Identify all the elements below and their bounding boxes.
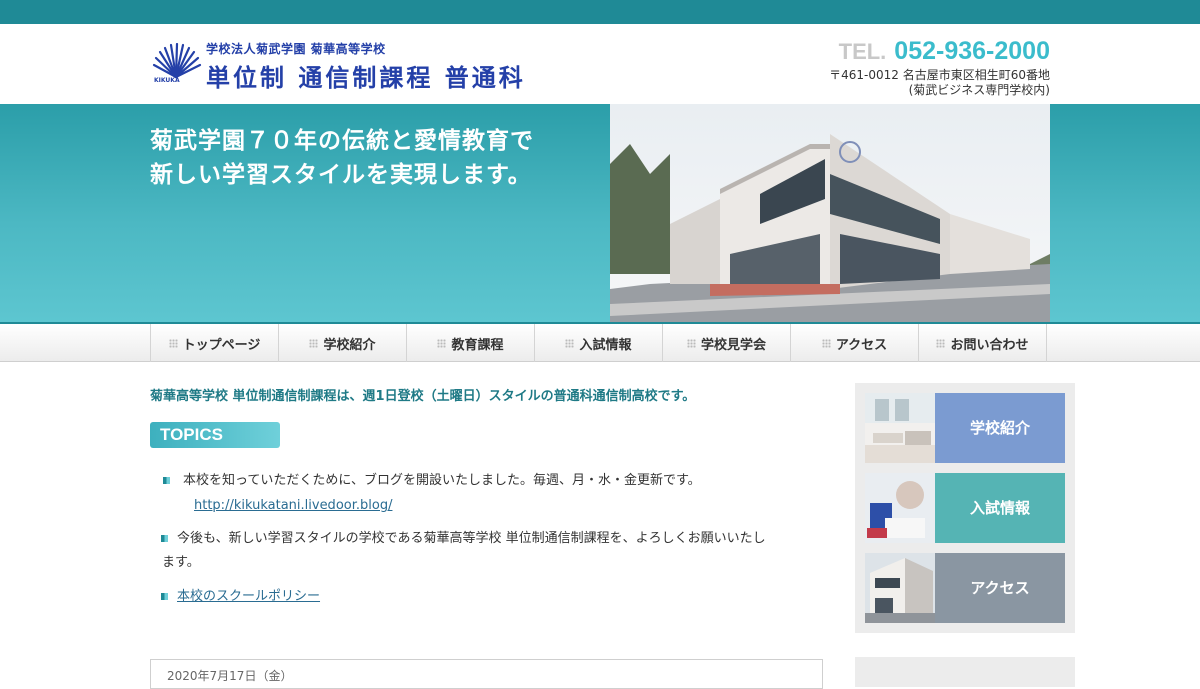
topic-text: 本校を知っていただくために、ブログを開設いたしました。毎週、月・水・金更新です。 [183,473,701,488]
nav-item-label: 教育課程 [451,337,504,353]
hero-tagline: 菊武学園７０年の伝統と愛情教育で 新しい学習スタイルを実現します。 [150,124,534,192]
intro-text: 菊華高等学校 単位制通信制課程は、週1日登校（土曜日）スタイルの普通科通信制高校… [150,389,696,404]
top-accent-bar [0,0,1200,24]
global-nav: トップページ 学校紹介 教育課程 入試情報 学校見学会 アクセス お問い合わせ [0,322,1200,362]
list-item: http://kikukatani.livedoor.blog/ [194,493,392,519]
address-note: (菊武ビジネス専門学校内) [908,83,1050,97]
sidebar-card-label: 学校紹介 [935,393,1065,463]
grid-dot-icon [309,338,319,348]
classroom-photo [865,393,935,463]
grid-dot-icon [565,338,575,348]
nav-item-curriculum[interactable]: 教育課程 [407,324,535,362]
school-building-photo [610,104,1050,322]
list-item: 本校のスクールポリシー [160,584,320,610]
tel-number[interactable]: 052-936-2000 [894,37,1050,65]
site-header: KIKUKA 学校法人菊武学園 菊華高等学校 単位制 通信制課程 普通科 TEL… [0,24,1200,104]
blog-link[interactable]: http://kikukatani.livedoor.blog/ [194,498,392,513]
nav-item-label: トップページ [182,337,261,353]
nav-item-label: 入試情報 [579,337,632,353]
nav-item-admissions[interactable]: 入試情報 [535,324,663,362]
logo-mark-text: KIKUKA [154,77,180,84]
contact-info: TEL. 052-936-2000 〒461-0012 名古屋市東区相生町60番地… [829,37,1050,98]
list-item: 今後も、新しい学習スタイルの学校である菊華高等学校 単位制通信制課程を、よろしく… [160,526,766,552]
chrysanthemum-logo-icon [152,43,202,79]
nav-item-contact[interactable]: お問い合わせ [919,324,1047,362]
nav-item-label: 学校見学会 [700,337,766,353]
nav-item-access[interactable]: アクセス [791,324,919,362]
logo-title: 単位制 通信制課程 普通科 [206,63,526,92]
bullet-icon [160,534,169,543]
sidebar-card-label: 入試情報 [935,473,1065,543]
topics-heading: TOPICS [150,422,280,448]
school-policy-link[interactable]: 本校のスクールポリシー [177,589,320,604]
building-thumb-photo [865,553,935,623]
nav-item-open-campus[interactable]: 学校見学会 [663,324,791,362]
phone-line: TEL. 052-936-2000 [829,37,1050,68]
admissions-photo [865,473,935,543]
nav-item-label: アクセス [835,337,888,353]
hero-line-1: 菊武学園７０年の伝統と愛情教育で [150,128,534,154]
sidebar-card-label: アクセス [935,553,1065,623]
bullet-icon [160,592,169,601]
sidebar-box-secondary [855,657,1075,687]
nav-item-top[interactable]: トップページ [151,324,279,362]
grid-dot-icon [821,338,831,348]
list-item: ます。 [162,550,200,576]
news-box: 2020年7月17日（金） [150,659,823,689]
sidebar-card-admissions[interactable]: 入試情報 [865,473,1065,543]
site-logo[interactable]: KIKUKA 学校法人菊武学園 菊華高等学校 単位制 通信制課程 普通科 [150,41,550,92]
topic-text: 今後も、新しい学習スタイルの学校である菊華高等学校 単位制通信制課程を、よろしく… [177,531,766,546]
sidebar-links: 学校紹介 入試情報 アクセス [855,383,1075,633]
sidebar-card-access[interactable]: アクセス [865,553,1065,623]
grid-dot-icon [168,338,178,348]
list-item: 本校を知っていただくために、ブログを開設いたしました。毎週、月・水・金更新です。 [162,468,701,494]
address: 〒461-0012 名古屋市東区相生町60番地 [829,68,1050,82]
news-date: 2020年7月17日（金） [167,669,293,683]
grid-dot-icon [437,338,447,348]
nav-item-label: お問い合わせ [950,337,1029,353]
nav-item-label: 学校紹介 [323,337,376,353]
grid-dot-icon [686,338,696,348]
sidebar-card-about[interactable]: 学校紹介 [865,393,1065,463]
hero-line-2: 新しい学習スタイルを実現します。 [150,162,532,188]
tel-label: TEL. [838,39,887,64]
grid-dot-icon [936,338,946,348]
nav-menu: トップページ 学校紹介 教育課程 入試情報 学校見学会 アクセス お問い合わせ [150,324,1047,362]
hero-banner: 菊武学園７０年の伝統と愛情教育で 新しい学習スタイルを実現します。 [0,104,1200,322]
bullet-icon [162,476,171,485]
logo-subtitle: 学校法人菊武学園 菊華高等学校 [206,42,386,56]
topic-text: ます。 [162,555,200,570]
nav-item-about[interactable]: 学校紹介 [279,324,407,362]
